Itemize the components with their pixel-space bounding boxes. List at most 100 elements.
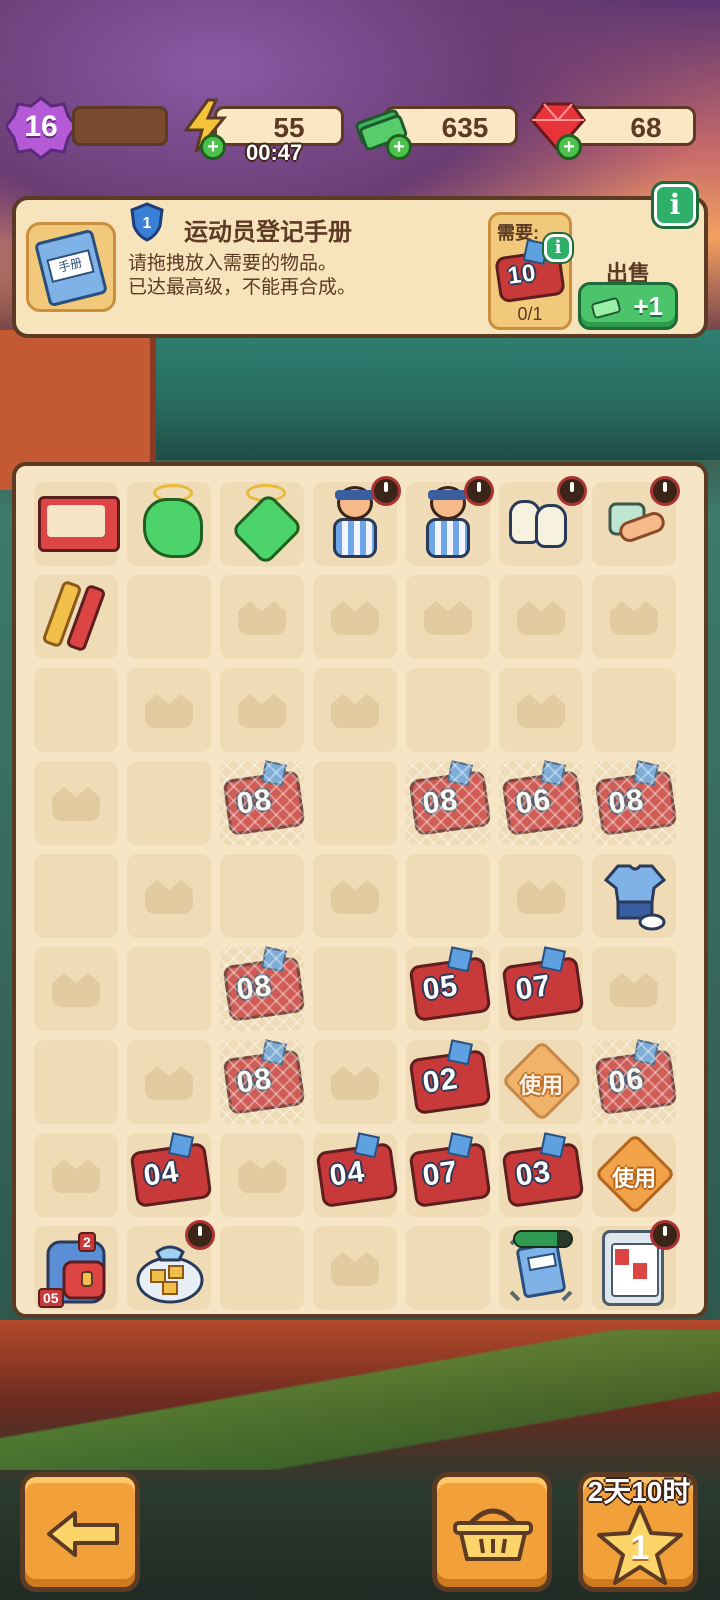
board-cell[interactable]: 使用 (592, 1132, 677, 1217)
board-cell[interactable]: 使用 (499, 1039, 584, 1124)
ticket-item[interactable]: 07 (501, 946, 585, 1023)
board-cell[interactable] (499, 854, 583, 938)
board-cell[interactable] (127, 947, 211, 1031)
board-cell[interactable] (127, 668, 211, 752)
level-badge[interactable]: 16 (6, 96, 82, 160)
board-cell[interactable] (406, 575, 490, 659)
ticket-item[interactable]: 04 (129, 1132, 213, 1209)
board-cell[interactable] (313, 476, 401, 566)
board-cell[interactable] (406, 476, 494, 566)
board-cell[interactable] (220, 854, 304, 938)
back-button[interactable] (20, 1472, 140, 1592)
cheer-stick-item[interactable] (41, 579, 108, 653)
timer-badge-icon (371, 476, 401, 506)
board-cell[interactable]: 03 (499, 1132, 585, 1217)
item-description: 请拖拽放入需要的物品。 已达最高级，不能再合成。 (128, 253, 357, 298)
ticket-item[interactable]: 07 (408, 1132, 492, 1209)
board-cell[interactable] (220, 575, 304, 659)
board-cell[interactable] (406, 1226, 490, 1310)
board-cell[interactable] (220, 482, 304, 566)
board-cell[interactable] (34, 761, 118, 845)
board-cell-locked[interactable]: 06 (592, 1039, 678, 1124)
board-cell[interactable] (34, 1133, 118, 1217)
board-cell[interactable] (34, 668, 118, 752)
ticket-item[interactable]: 04 (315, 1132, 399, 1209)
timer-badge-icon (185, 1220, 215, 1250)
use-label[interactable]: 使用 (592, 1161, 676, 1193)
board-cell[interactable] (220, 1226, 304, 1310)
board-cell[interactable] (592, 1220, 680, 1310)
board-cell[interactable] (220, 668, 304, 752)
ticket-item[interactable]: 02 (408, 1039, 492, 1116)
winged-star-item[interactable] (143, 498, 203, 558)
board-cell[interactable] (34, 854, 118, 938)
board-cell[interactable] (592, 476, 680, 566)
basket-icon (453, 1508, 533, 1561)
board-cell[interactable]: 04 (127, 1132, 213, 1217)
board-cell[interactable] (34, 575, 118, 659)
board-cell[interactable] (499, 575, 583, 659)
timer-badge-icon (650, 1220, 680, 1250)
shop-basket-button[interactable] (432, 1472, 552, 1592)
treat-bag-item[interactable] (135, 1240, 205, 1304)
ticket-item[interactable]: 03 (501, 1132, 585, 1209)
board-cell[interactable] (127, 761, 211, 845)
board-cell-locked[interactable]: 08 (220, 1039, 306, 1124)
board-cell[interactable]: 04 (313, 1132, 399, 1217)
energy-plus-icon[interactable]: + (200, 134, 226, 160)
board-cell-locked[interactable]: 08 (220, 760, 306, 845)
board-cell[interactable] (34, 482, 120, 566)
ticket-item[interactable]: 05 (408, 946, 492, 1023)
board-cell[interactable] (127, 575, 211, 659)
board-cell[interactable] (313, 947, 397, 1031)
board-cell[interactable] (127, 854, 211, 938)
board-cell[interactable]: 05 (406, 946, 492, 1031)
info-icon[interactable]: i (654, 184, 696, 226)
board-cell[interactable] (313, 854, 397, 938)
board-cell[interactable] (592, 854, 676, 938)
use-label[interactable]: 使用 (499, 1068, 583, 1100)
cobweb-overlay (406, 761, 490, 845)
board-cell[interactable] (499, 476, 587, 566)
generator-progress-bar (513, 1230, 573, 1248)
generator-progress-fill (515, 1232, 557, 1246)
board-cell[interactable] (127, 1220, 215, 1310)
board-cell[interactable] (406, 854, 490, 938)
board-cell[interactable] (313, 1040, 397, 1124)
board-cell[interactable] (127, 482, 211, 566)
board-cell[interactable]: 07 (406, 1132, 492, 1217)
sell-value: +1 (633, 291, 663, 321)
cheer-banner-item[interactable] (38, 496, 120, 552)
requirement-box[interactable]: 需要: 10 0/1 (488, 212, 572, 330)
board-cell[interactable] (34, 947, 118, 1031)
board-cell[interactable] (592, 947, 676, 1031)
board-cell-locked[interactable]: 06 (499, 760, 585, 845)
board-cell[interactable] (127, 1040, 211, 1124)
board-cell[interactable]: 02 (406, 1039, 492, 1124)
jersey-item[interactable] (604, 862, 666, 932)
board-cell-locked[interactable]: 08 (220, 946, 306, 1031)
board-cell-locked[interactable]: 08 (406, 760, 492, 845)
green-gem-item[interactable] (230, 492, 304, 566)
board-cell[interactable] (313, 575, 397, 659)
gem-pill[interactable]: 68 (568, 106, 696, 146)
board-cell[interactable] (592, 668, 676, 752)
board-cell[interactable] (592, 575, 676, 659)
sell-button[interactable]: +1 (578, 282, 678, 330)
board-cell[interactable] (313, 761, 397, 845)
board-cell[interactable] (220, 1133, 304, 1217)
board-cell[interactable]: 2 05 (34, 1226, 118, 1310)
board-cell[interactable] (313, 1226, 397, 1310)
board-cell-locked[interactable]: 08 (592, 760, 678, 845)
board-cell[interactable] (406, 668, 490, 752)
board-cell[interactable] (499, 668, 583, 752)
gem-plus-icon[interactable]: + (556, 134, 582, 160)
requirement-info-icon[interactable]: i (544, 234, 572, 262)
board-cell[interactable] (313, 668, 397, 752)
board-cell-selected[interactable] (499, 1226, 583, 1310)
cash-plus-icon[interactable]: + (386, 134, 412, 160)
board-cell[interactable] (34, 1040, 118, 1124)
bandage-item[interactable] (606, 500, 666, 546)
board-cell[interactable]: 07 (499, 946, 585, 1031)
sneakers-item[interactable] (509, 500, 573, 550)
